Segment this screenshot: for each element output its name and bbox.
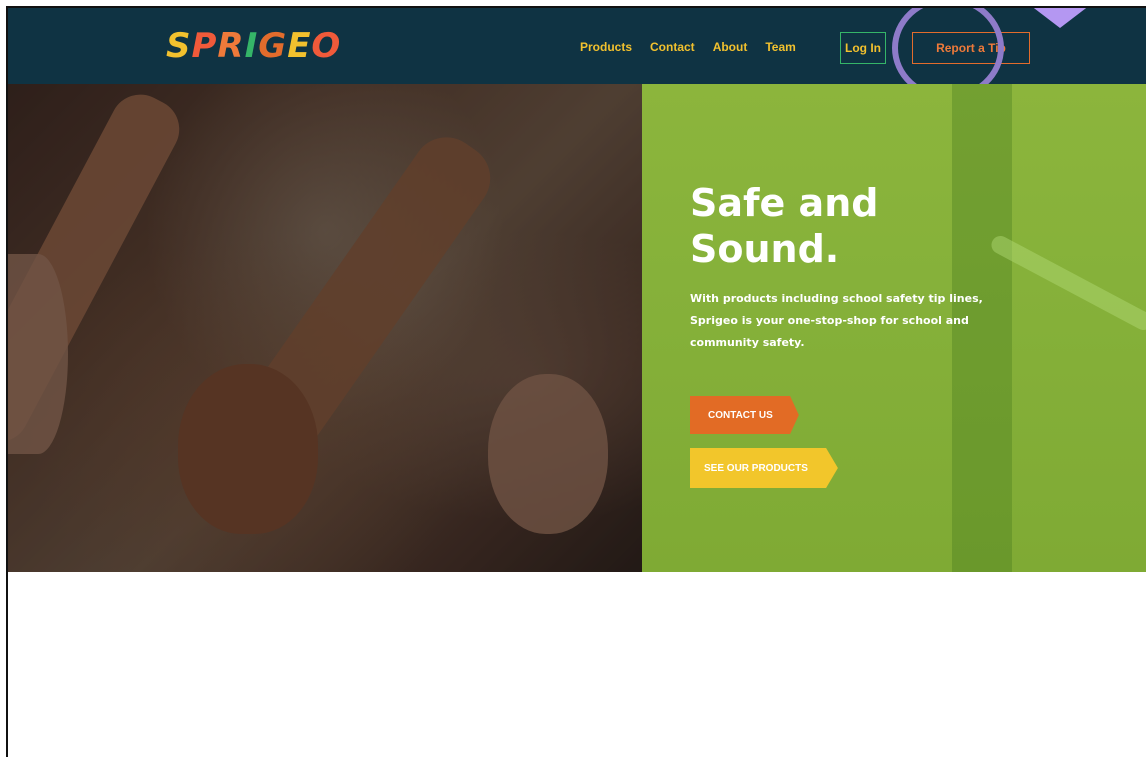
nav-link-team[interactable]: Team: [765, 40, 795, 54]
nav-link-about[interactable]: About: [713, 40, 748, 54]
hero-photo: [8, 84, 642, 572]
logo-letter: G: [258, 26, 288, 66]
nav-link-products[interactable]: Products: [580, 40, 632, 54]
main-nav: Products Contact About Team: [580, 40, 796, 54]
hero-title: Safe and Sound.: [690, 181, 879, 271]
logo-letter: I: [244, 26, 259, 66]
hero-text-panel: Safe and Sound. With products including …: [642, 84, 1146, 572]
logo-letter: S: [166, 26, 192, 66]
sprigeo-logo[interactable]: SPRIGEO: [166, 26, 341, 66]
login-button[interactable]: Log In: [840, 32, 886, 64]
logo-letter: E: [287, 26, 312, 66]
browser-viewport: SPRIGEO Products Contact About Team Log …: [6, 6, 1146, 757]
site-header: SPRIGEO Products Contact About Team Log …: [8, 8, 1146, 100]
hero-subtitle: With products including school safety ti…: [690, 292, 983, 349]
nav-link-contact[interactable]: Contact: [650, 40, 695, 54]
contact-us-button[interactable]: CONTACT US: [690, 396, 799, 434]
logo-letter: O: [311, 26, 342, 66]
logo-letter: R: [217, 26, 245, 66]
hero-section: Safe and Sound. With products including …: [8, 84, 1146, 572]
photo-overlay: [8, 84, 642, 572]
see-our-products-button[interactable]: SEE OUR PRODUCTS: [690, 448, 838, 488]
logo-letter: P: [191, 26, 218, 66]
pointer-arrow-annotation: [1026, 8, 1094, 28]
